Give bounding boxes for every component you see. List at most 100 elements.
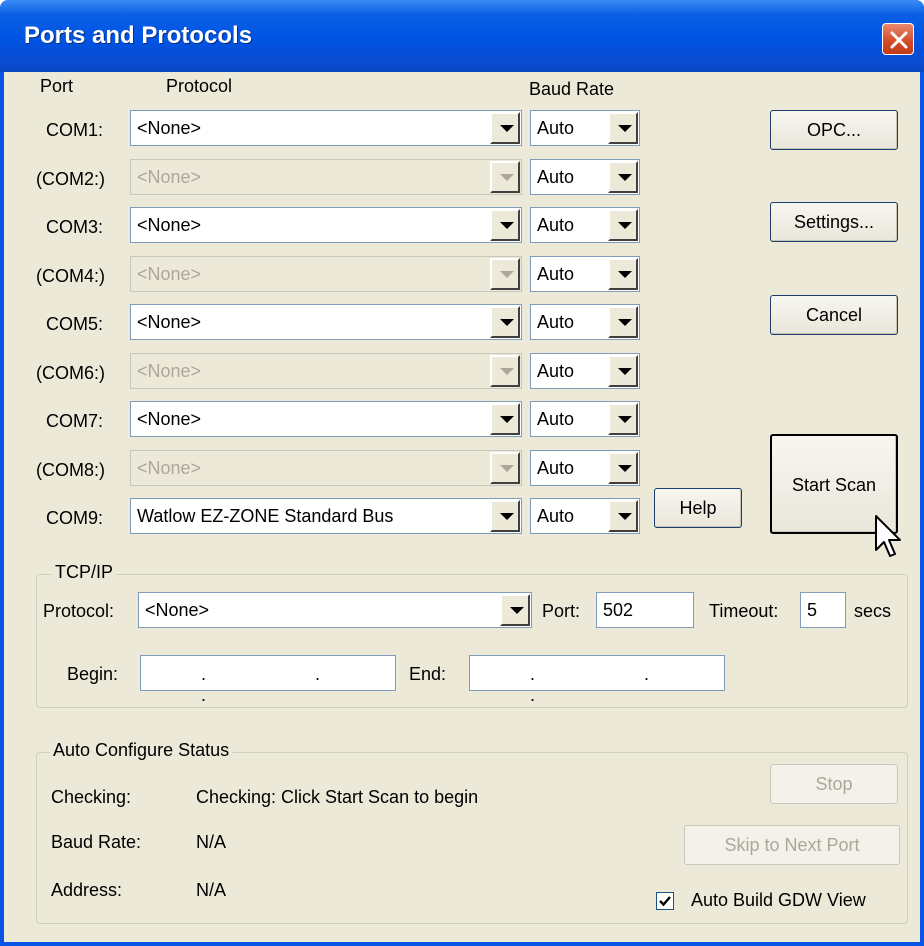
auto-build-gdw-view-label[interactable]: Auto Build GDW View (691, 890, 866, 911)
tcpip-port-input[interactable]: 502 (596, 592, 694, 628)
baud-rate-dropdown[interactable]: Auto (530, 159, 640, 195)
close-icon (890, 31, 908, 49)
auto-build-gdw-view-checkbox[interactable] (656, 892, 674, 910)
chevron-down-icon[interactable] (608, 452, 638, 484)
port-name-label: (COM4:) (36, 266, 105, 286)
baud-rate-column-header: Baud Rate (529, 79, 615, 99)
chevron-down-icon[interactable] (490, 452, 520, 484)
chevron-down-icon[interactable] (490, 355, 520, 387)
timeout-units-label: secs (854, 601, 892, 621)
end-ip-dots: . . . (530, 664, 702, 705)
tcpip-group-title: TCP/IP (52, 562, 117, 583)
baud-rate-dropdown[interactable]: Auto (530, 256, 640, 292)
chevron-down-icon[interactable] (490, 306, 520, 338)
baud-rate-dropdown[interactable]: Auto (530, 450, 640, 486)
baud-rate-dropdown[interactable]: Auto (530, 110, 640, 146)
skip-to-next-port-button[interactable]: Skip to Next Port (684, 825, 900, 865)
protocol-dropdown[interactable]: <None> (130, 401, 522, 437)
chevron-down-icon[interactable] (490, 112, 520, 144)
chevron-down-icon[interactable] (608, 161, 638, 193)
baud-rate-value: Auto (537, 458, 575, 478)
address-value: N/A (196, 880, 227, 900)
baud-rate-value: Auto (537, 167, 575, 187)
tcpip-protocol-dropdown[interactable]: <None> (138, 592, 532, 628)
baud-rate-value: Auto (537, 409, 575, 429)
chevron-down-icon[interactable] (490, 500, 520, 532)
protocol-value: <None> (137, 167, 202, 187)
chevron-down-icon[interactable] (490, 403, 520, 435)
protocol-dropdown[interactable]: <None> (130, 207, 522, 243)
port-name-label: COM7: (46, 411, 104, 431)
chevron-down-icon[interactable] (608, 500, 638, 532)
help-button[interactable]: Help (654, 488, 742, 528)
baud-rate-value: Auto (537, 215, 575, 235)
baud-rate-status-value: N/A (196, 832, 227, 852)
checking-value: Checking: Click Start Scan to begin (196, 787, 479, 807)
baud-rate-status-label: Baud Rate: (51, 832, 142, 852)
ports-and-protocols-dialog: Ports and Protocols Port Protocol Baud R… (0, 0, 924, 946)
chevron-down-icon[interactable] (608, 306, 638, 338)
protocol-value: <None> (137, 361, 202, 381)
protocol-dropdown[interactable]: Watlow EZ-ZONE Standard Bus (130, 498, 522, 534)
protocol-dropdown[interactable]: <None> (130, 450, 522, 486)
protocol-value: <None> (137, 215, 202, 235)
tcpip-protocol-value: <None> (145, 600, 210, 620)
tcpip-protocol-label: Protocol: (43, 601, 115, 621)
protocol-value: Watlow EZ-ZONE Standard Bus (137, 506, 394, 526)
close-button[interactable] (882, 23, 914, 55)
end-ip-input[interactable]: . . . (469, 655, 725, 705)
baud-rate-dropdown[interactable]: Auto (530, 353, 640, 389)
protocol-dropdown[interactable]: <None> (130, 256, 522, 292)
chevron-down-icon[interactable] (608, 258, 638, 290)
port-name-label: COM5: (46, 314, 104, 334)
checkmark-icon (659, 896, 671, 907)
protocol-dropdown[interactable]: <None> (130, 353, 522, 389)
protocol-dropdown[interactable]: <None> (130, 304, 522, 340)
title-bar[interactable]: Ports and Protocols (0, 0, 924, 72)
protocol-value: <None> (137, 264, 202, 284)
window-title: Ports and Protocols (24, 22, 253, 49)
baud-rate-dropdown[interactable]: Auto (530, 304, 640, 340)
port-name-label: (COM2:) (36, 169, 105, 189)
stop-button[interactable]: Stop (770, 764, 898, 804)
checking-label: Checking: (51, 787, 132, 807)
protocol-dropdown[interactable]: <None> (130, 110, 522, 146)
opc-button[interactable]: OPC... (770, 110, 898, 150)
baud-rate-dropdown[interactable]: Auto (530, 401, 640, 437)
begin-ip-input[interactable]: . . . (140, 655, 396, 705)
chevron-down-icon[interactable] (608, 209, 638, 241)
protocol-dropdown[interactable]: <None> (130, 159, 522, 195)
chevron-down-icon[interactable] (490, 258, 520, 290)
baud-rate-dropdown[interactable]: Auto (530, 498, 640, 534)
port-name-label: COM9: (46, 508, 104, 528)
cancel-button[interactable]: Cancel (770, 295, 898, 335)
port-name-label: COM1: (46, 120, 104, 140)
chevron-down-icon[interactable] (608, 112, 638, 144)
baud-rate-value: Auto (537, 264, 575, 284)
port-name-label: (COM6:) (36, 363, 105, 383)
tcpip-port-label: Port: (542, 601, 581, 621)
protocol-value: <None> (137, 409, 202, 429)
baud-rate-value: Auto (537, 312, 575, 332)
timeout-label: Timeout: (709, 601, 779, 621)
chevron-down-icon[interactable] (490, 209, 520, 241)
chevron-down-icon[interactable] (500, 594, 530, 626)
timeout-value: 5 (807, 600, 818, 620)
settings-button[interactable]: Settings... (770, 202, 898, 242)
protocol-value: <None> (137, 312, 202, 332)
end-ip-label: End: (409, 664, 447, 684)
chevron-down-icon[interactable] (608, 403, 638, 435)
port-column-header: Port (40, 76, 74, 96)
chevron-down-icon[interactable] (608, 355, 638, 387)
chevron-down-icon[interactable] (490, 161, 520, 193)
baud-rate-dropdown[interactable]: Auto (530, 207, 640, 243)
timeout-input[interactable]: 5 (800, 592, 846, 628)
protocol-value: <None> (137, 458, 202, 478)
begin-ip-label: Begin: (67, 664, 119, 684)
baud-rate-value: Auto (537, 361, 575, 381)
baud-rate-value: Auto (537, 506, 575, 526)
tcpip-port-value: 502 (603, 600, 634, 620)
baud-rate-value: Auto (537, 118, 575, 138)
begin-ip-dots: . . . (201, 664, 373, 705)
auto-configure-status-title: Auto Configure Status (50, 740, 233, 761)
